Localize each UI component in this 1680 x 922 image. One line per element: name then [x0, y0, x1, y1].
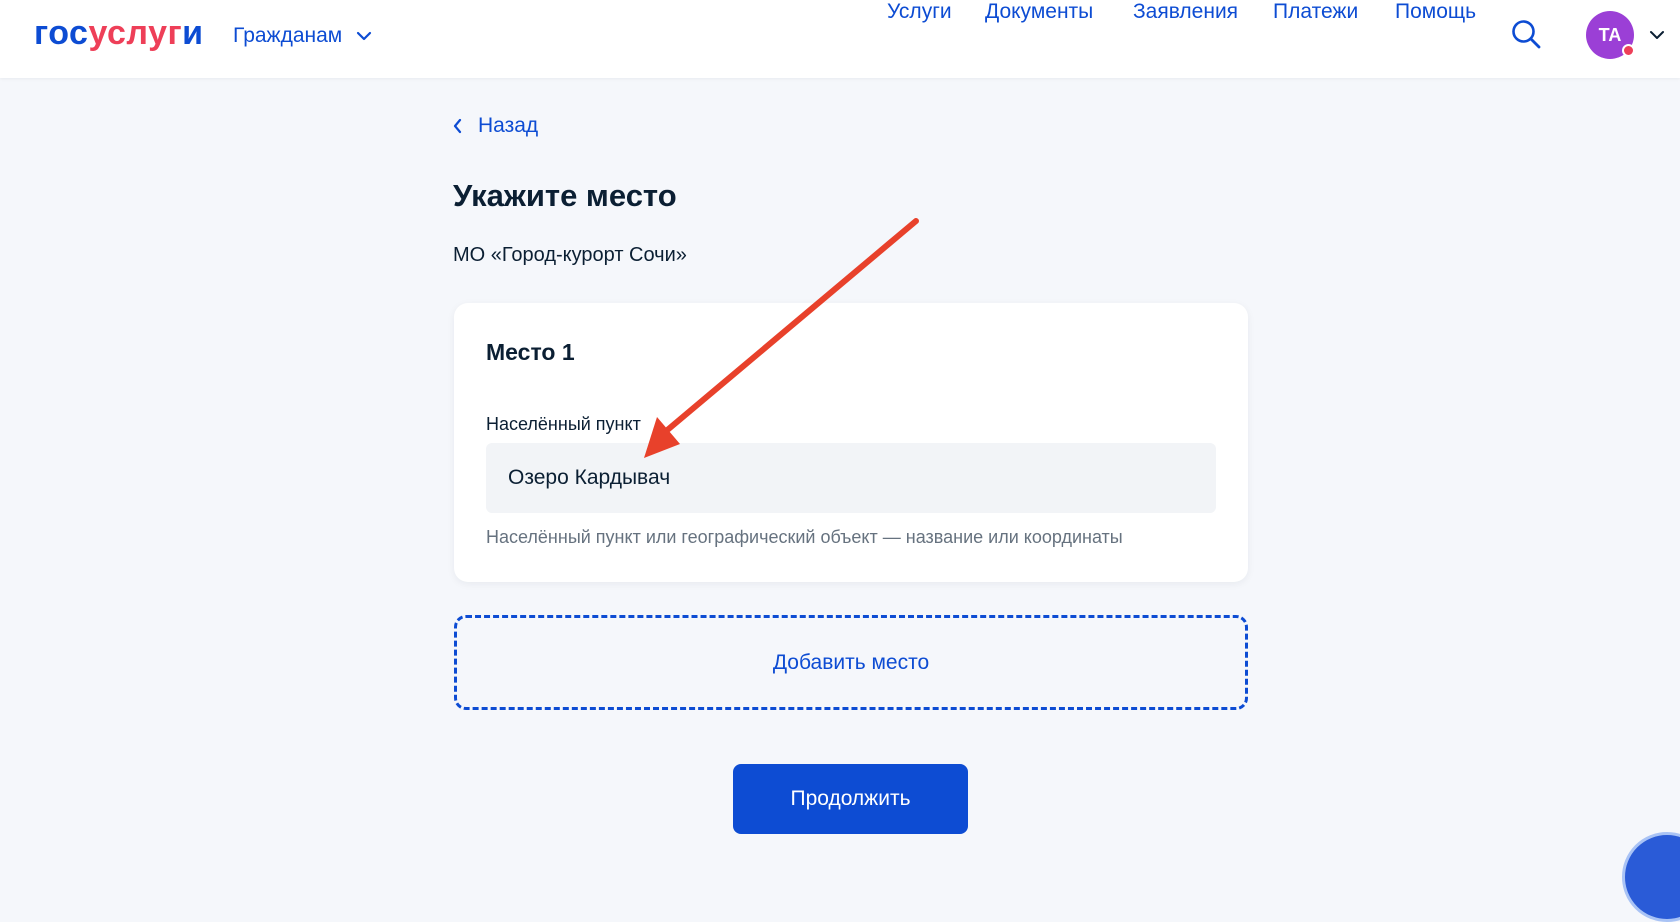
chevron-down-icon[interactable]	[1648, 26, 1666, 44]
settlement-field-label: Населённый пункт	[486, 414, 641, 434]
nav-help[interactable]: Помощь	[1395, 0, 1476, 24]
chevron-down-icon	[357, 31, 372, 41]
chevron-left-icon	[453, 118, 462, 134]
top-header: госуслуги Гражданам Услуги Документы Зая…	[0, 0, 1680, 78]
continue-button[interactable]: Продолжить	[733, 764, 968, 834]
nav-services[interactable]: Услуги	[887, 0, 952, 24]
back-link[interactable]: Назад	[452, 112, 538, 140]
gosuslugi-logo[interactable]: госуслуги	[34, 14, 204, 53]
user-avatar[interactable]: ТА	[1586, 11, 1635, 59]
add-place-label: Добавить место	[772, 650, 930, 674]
page-subtitle: МО «Город-курорт Сочи»	[453, 244, 687, 266]
assistant-widget[interactable]	[1622, 832, 1680, 922]
citizens-menu-label: Гражданам	[233, 24, 343, 47]
back-link-label: Назад	[478, 114, 539, 137]
place-card-title: Место 1	[486, 339, 575, 365]
place-card: Место 1 Населённый пункт Населённый пунк…	[454, 303, 1248, 582]
settlement-input[interactable]	[486, 443, 1216, 513]
logo-part-uslug: услуг	[88, 14, 183, 52]
logo-part-i: и	[182, 14, 204, 52]
logo-part-gos: гос	[34, 14, 89, 52]
nav-applications[interactable]: Заявления	[1133, 0, 1238, 24]
nav-payments[interactable]: Платежи	[1273, 0, 1358, 24]
page-title: Укажите место	[453, 178, 677, 213]
search-icon[interactable]	[1510, 18, 1542, 50]
citizens-menu[interactable]: Гражданам	[233, 22, 372, 50]
avatar-initials: ТА	[1598, 24, 1622, 45]
settlement-field-hint: Населённый пункт или географический объе…	[486, 527, 1123, 547]
nav-documents[interactable]: Документы	[985, 0, 1093, 24]
notification-dot	[1622, 44, 1635, 57]
add-place-button[interactable]: Добавить место	[454, 615, 1248, 710]
